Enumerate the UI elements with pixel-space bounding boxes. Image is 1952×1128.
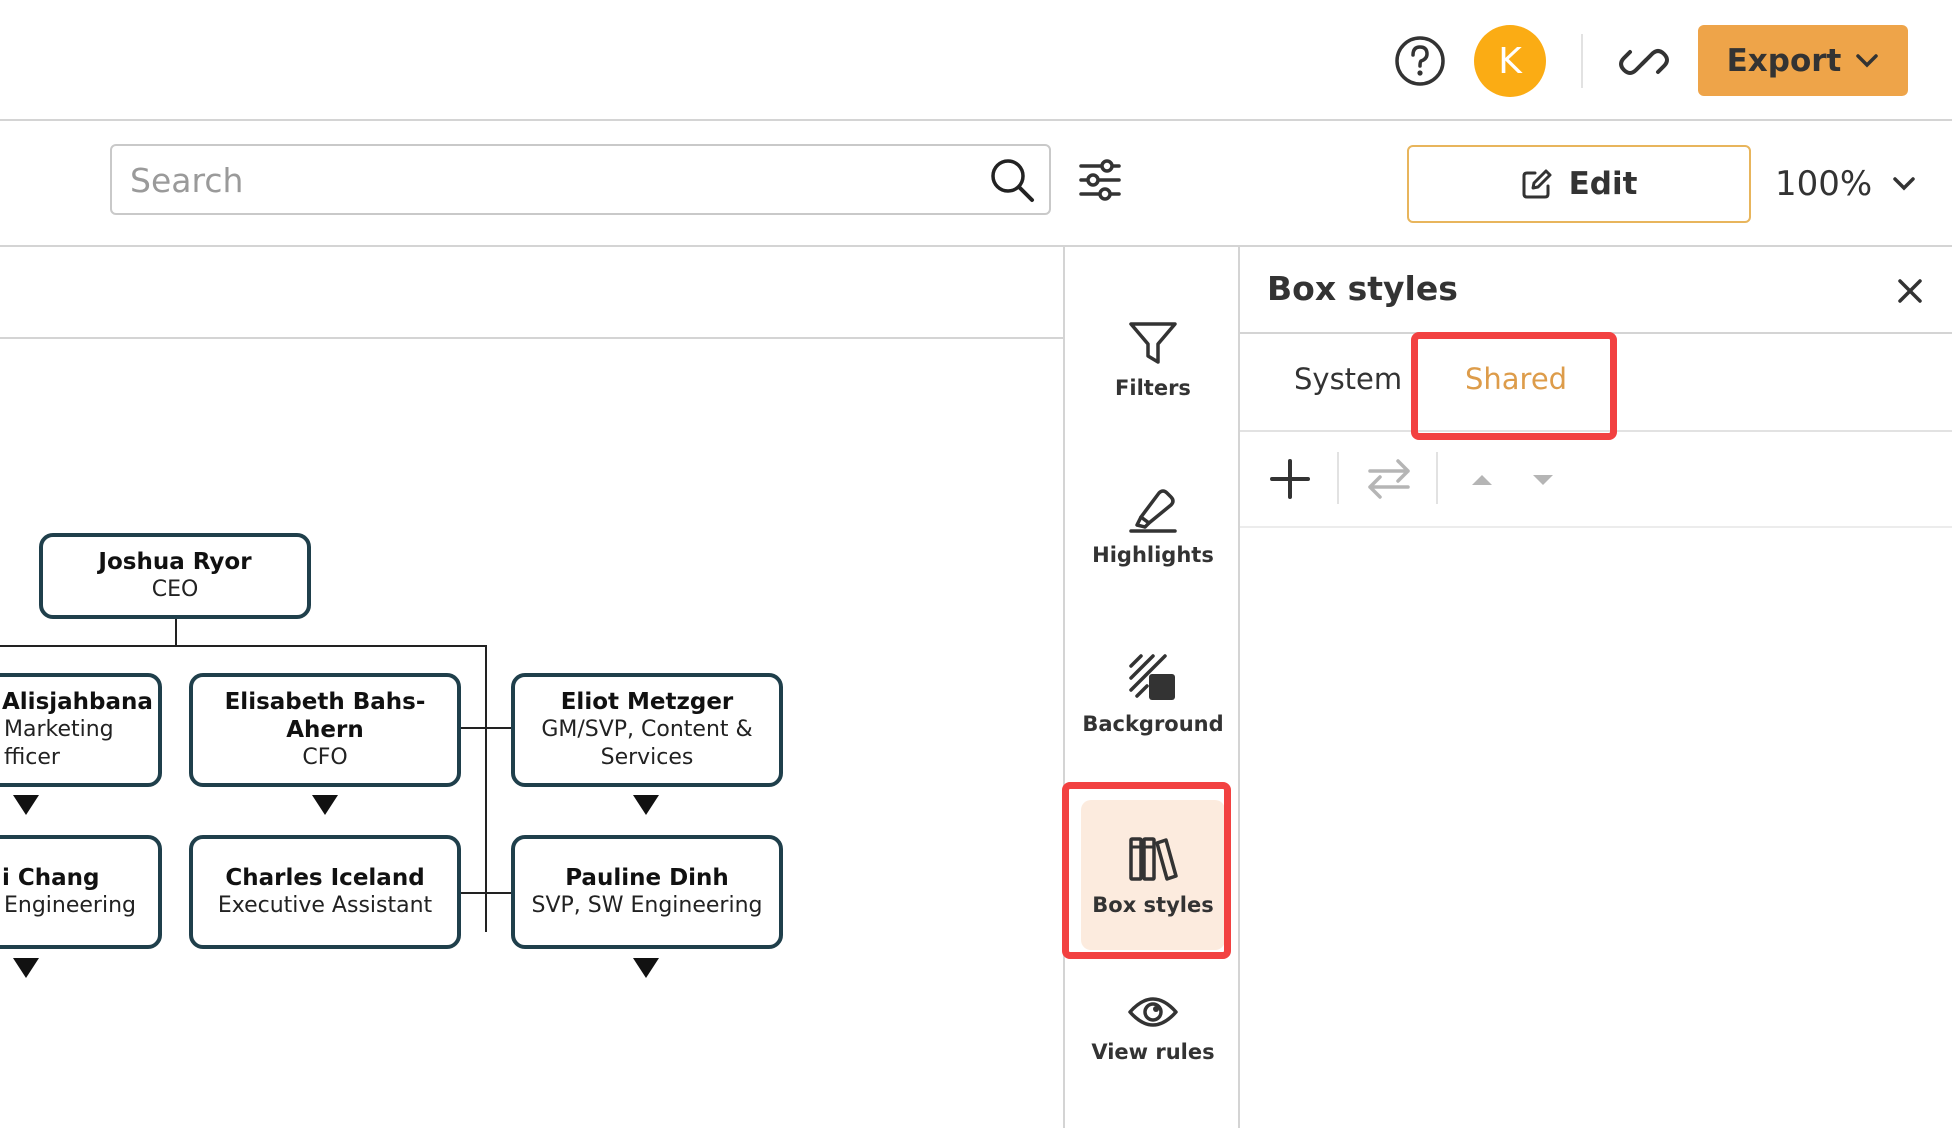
panel-tabs: System Shared: [1240, 334, 1952, 432]
move-up-button[interactable]: [1462, 460, 1502, 500]
link-icon: [1619, 49, 1669, 75]
swap-icon: [1368, 459, 1410, 499]
rail-item-label: Background: [1082, 712, 1224, 736]
rail-item-background[interactable]: Background: [1081, 619, 1225, 769]
move-up-icon: [1472, 475, 1492, 485]
panel-actions: [1240, 432, 1952, 528]
tab-shared[interactable]: Shared: [1465, 362, 1567, 396]
node-name: Ahern: [286, 717, 364, 743]
node-name: i Chang: [2, 865, 100, 891]
question-circle-icon: [1395, 36, 1445, 86]
export-button[interactable]: Export: [1698, 25, 1908, 96]
move-down-icon: [1533, 475, 1553, 485]
chevron-down-icon: [1856, 53, 1879, 67]
node-name: Pauline Dinh: [565, 865, 729, 891]
org-node[interactable]: i Chang Engineering: [0, 835, 162, 949]
sliders-icon: [1079, 159, 1121, 201]
expand-triangle-icon[interactable]: [13, 795, 39, 815]
expand-triangle-icon[interactable]: [633, 795, 659, 815]
node-title: Services: [600, 745, 694, 770]
search-input[interactable]: [130, 156, 970, 204]
tab-system[interactable]: System: [1294, 362, 1402, 396]
avatar-initial: K: [1498, 40, 1522, 82]
help-button[interactable]: [1393, 34, 1447, 88]
expand-triangle-icon[interactable]: [633, 958, 659, 978]
top-header: K Export: [0, 0, 1952, 121]
rail-item-label: Filters: [1115, 376, 1191, 400]
eye-icon: [1128, 997, 1178, 1027]
node-title: GM/SVP, Content &: [541, 717, 753, 742]
header-divider: [1581, 34, 1583, 88]
node-name: Joshua Ryor: [98, 549, 252, 575]
style-list-empty: [1240, 530, 1952, 1128]
rail-item-highlights[interactable]: Highlights: [1081, 452, 1225, 602]
plus-icon: [1270, 459, 1310, 499]
zoom-value: 100%: [1775, 164, 1873, 204]
org-node[interactable]: Elisabeth Bahs- Ahern CFO: [189, 673, 461, 787]
edit-button[interactable]: Edit: [1407, 145, 1751, 223]
search-options-button[interactable]: [1075, 155, 1125, 205]
rail-item-label: View rules: [1091, 1040, 1215, 1064]
zoom-selector[interactable]: 100%: [1775, 159, 1916, 209]
panel-header: Box styles: [1240, 247, 1952, 334]
rail-item-label: Box styles: [1092, 893, 1214, 917]
user-avatar[interactable]: K: [1474, 25, 1546, 97]
box-styles-panel: Box styles System Shared: [1240, 247, 1952, 1128]
node-title: fficer: [4, 745, 60, 770]
books-icon: [1129, 837, 1178, 881]
edit-label: Edit: [1568, 166, 1638, 202]
background-pattern-icon: [1129, 654, 1175, 700]
org-node[interactable]: Eliot Metzger GM/SVP, Content & Services: [511, 673, 783, 787]
org-node[interactable]: Joshua Ryor CEO: [39, 533, 311, 619]
export-label: Export: [1726, 42, 1842, 79]
node-name: Eliot Metzger: [560, 689, 734, 715]
expand-triangle-icon[interactable]: [312, 795, 338, 815]
node-name: Charles Iceland: [225, 865, 425, 891]
org-node[interactable]: Charles Iceland Executive Assistant: [189, 835, 461, 949]
canvas-header-strip: [0, 247, 1063, 339]
node-title: CFO: [302, 745, 348, 770]
org-chart-canvas[interactable]: Joshua Ryor CEO Alisjahbana Marketing ff…: [0, 339, 1063, 1128]
node-title: Executive Assistant: [217, 893, 433, 918]
panel-title: Box styles: [1267, 269, 1458, 308]
rail-item-view-rules[interactable]: View rules: [1081, 953, 1225, 1103]
rail-item-label: Highlights: [1092, 543, 1214, 567]
search-toolbar: Edit 100%: [0, 121, 1952, 247]
connector-line: [459, 892, 511, 894]
close-icon[interactable]: [1890, 271, 1930, 311]
node-title: SVP, SW Engineering: [531, 893, 763, 918]
search-icon[interactable]: [988, 156, 1036, 204]
side-rail: Filters Highlights Background Box styles…: [1063, 247, 1240, 1128]
pencil-square-icon: [1522, 169, 1552, 199]
funnel-icon: [1129, 322, 1177, 364]
connector-line: [175, 619, 177, 645]
move-down-button[interactable]: [1523, 460, 1563, 500]
org-node[interactable]: Alisjahbana Marketing fficer: [0, 673, 162, 787]
action-divider: [1436, 452, 1438, 504]
highlighter-icon: [1129, 489, 1177, 533]
rail-item-filters[interactable]: Filters: [1081, 285, 1225, 435]
node-name: Elisabeth Bahs-: [224, 689, 426, 715]
connector-line: [485, 645, 487, 932]
connector-line: [0, 645, 487, 647]
swap-style-button[interactable]: [1364, 454, 1414, 504]
node-title: CEO: [151, 577, 199, 602]
rail-item-box-styles[interactable]: Box styles: [1081, 800, 1225, 950]
app-root: K Export Search Edit 100% Joshua Ryor CE…: [0, 0, 1952, 1128]
add-style-button[interactable]: [1265, 454, 1315, 504]
org-node[interactable]: Pauline Dinh SVP, SW Engineering: [511, 835, 783, 949]
share-link-button[interactable]: [1616, 34, 1672, 90]
expand-triangle-icon[interactable]: [13, 958, 39, 978]
node-title: Marketing: [4, 717, 114, 742]
connector-line: [459, 727, 511, 729]
search-field[interactable]: [110, 144, 1051, 215]
node-name: Alisjahbana: [2, 689, 153, 715]
action-divider: [1337, 452, 1339, 504]
chevron-down-icon: [1893, 177, 1915, 191]
node-title: Engineering: [4, 893, 136, 918]
